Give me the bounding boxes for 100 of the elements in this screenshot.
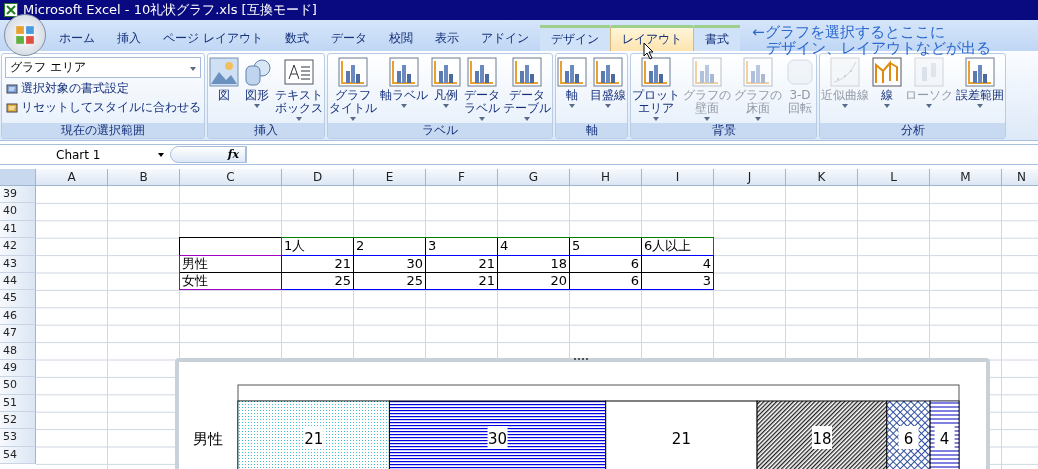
table-cell: 6人以上 bbox=[642, 238, 714, 256]
bar-segment[interactable] bbox=[605, 400, 758, 469]
group-label: 挿入 bbox=[208, 123, 324, 138]
ribbon-tab[interactable]: 挿入 bbox=[106, 25, 152, 51]
bar-segment[interactable] bbox=[756, 400, 888, 469]
ribbon-tab[interactable]: 校閲 bbox=[377, 25, 424, 51]
column-header[interactable]: C bbox=[180, 169, 282, 186]
office-logo-icon bbox=[14, 24, 36, 46]
data-label: 30 bbox=[487, 426, 508, 449]
table-cell: 2 bbox=[354, 238, 426, 256]
bar-segment[interactable] bbox=[237, 400, 390, 469]
mouse-cursor-icon bbox=[643, 42, 655, 60]
annotation-text: デザイン、レイアウトなどが出る bbox=[766, 40, 991, 56]
ribbon-button[interactable]: 凡例 bbox=[430, 57, 462, 108]
table-cell: 25 bbox=[282, 272, 354, 291]
bar-chart-icon bbox=[467, 57, 497, 87]
row-header[interactable]: 39 bbox=[0, 186, 36, 204]
stock-chart-icon bbox=[914, 57, 944, 87]
annotation-text: ←グラフを選択するとここに bbox=[752, 24, 946, 40]
row-header[interactable]: 40 bbox=[0, 203, 36, 221]
column-header[interactable]: J bbox=[714, 169, 786, 186]
table-cell: 20 bbox=[498, 272, 570, 291]
table-cell: 21 bbox=[426, 272, 498, 291]
row-header[interactable]: 50 bbox=[0, 377, 36, 395]
ribbon-tab[interactable]: 書式 bbox=[693, 25, 740, 51]
group-label: ラベル bbox=[328, 123, 552, 138]
table-cell: 30 bbox=[354, 255, 426, 273]
ribbon-button[interactable]: 図 bbox=[208, 57, 240, 102]
data-label: 21 bbox=[671, 426, 692, 449]
row-header[interactable]: 53 bbox=[0, 429, 36, 447]
ribbon-tab[interactable]: デザイン bbox=[539, 25, 610, 51]
ribbon-command[interactable]: 選択対象の書式設定 bbox=[21, 80, 129, 97]
group-label: 分析 bbox=[820, 123, 1005, 138]
row-header[interactable]: 45 bbox=[0, 290, 36, 308]
column-header[interactable]: N bbox=[1002, 169, 1038, 186]
table-cell: 21 bbox=[282, 255, 354, 273]
bar-chart-icon bbox=[743, 57, 773, 87]
excel-icon bbox=[4, 3, 18, 17]
table-cell: 21 bbox=[426, 255, 498, 273]
ribbon-tab[interactable]: データ bbox=[319, 25, 378, 51]
name-box[interactable]: Chart 1 bbox=[0, 147, 170, 162]
bar-segment[interactable] bbox=[388, 400, 607, 469]
ribbon-command[interactable]: リセットしてスタイルに合わせる bbox=[21, 99, 201, 116]
caret-icon bbox=[158, 152, 164, 157]
insert-function-button[interactable]: fx bbox=[170, 146, 246, 163]
scatter-chart-icon bbox=[830, 57, 860, 87]
ribbon-button[interactable]: プロット エリア bbox=[631, 57, 681, 121]
ribbon-button[interactable]: 軸ラベル bbox=[379, 57, 429, 108]
bar-chart-icon bbox=[512, 57, 542, 87]
group-label: 現在の選択範囲 bbox=[2, 123, 204, 138]
column-header[interactable]: E bbox=[354, 169, 426, 186]
rounded-square-icon bbox=[785, 57, 815, 87]
row-header[interactable]: 47 bbox=[0, 325, 36, 343]
table-cell: 3 bbox=[426, 238, 498, 256]
column-header[interactable]: K bbox=[786, 169, 858, 186]
bar-chart-icon bbox=[965, 57, 995, 87]
ribbon-button[interactable]: 誤差範囲 bbox=[955, 57, 1005, 108]
ribbon-tab[interactable]: 数式 bbox=[273, 25, 320, 51]
column-header[interactable]: I bbox=[642, 169, 714, 186]
ribbon-tab[interactable]: アドイン bbox=[469, 25, 540, 51]
bar-chart-icon bbox=[641, 57, 671, 87]
table-cell: 4 bbox=[642, 255, 714, 273]
chart-element-dropdown[interactable]: グラフ エリア bbox=[5, 57, 201, 78]
table-cell: 3 bbox=[642, 272, 714, 291]
ribbon-button[interactable]: グラフ タイトル bbox=[328, 57, 378, 121]
ribbon-tab[interactable]: ページ レイアウト bbox=[152, 25, 274, 51]
bar-chart-icon bbox=[557, 57, 587, 87]
ribbon-button[interactable]: データ ラベル bbox=[463, 57, 501, 121]
ribbon-button[interactable]: 図形 bbox=[241, 57, 273, 108]
column-header[interactable]: L bbox=[858, 169, 930, 186]
table-cell: 女性 bbox=[180, 272, 282, 291]
column-header[interactable]: G bbox=[498, 169, 570, 186]
column-header[interactable]: D bbox=[282, 169, 354, 186]
shapes-icon bbox=[242, 57, 272, 87]
group-label: 背景 bbox=[631, 123, 816, 138]
ribbon-button[interactable]: 線 bbox=[871, 57, 903, 108]
window-title: Microsoft Excel - 10礼状グラフ.xls [互換モード] bbox=[23, 1, 317, 19]
column-header[interactable]: M bbox=[930, 169, 1002, 186]
ribbon-button[interactable]: データ テーブル bbox=[502, 57, 552, 121]
line-chart-icon bbox=[872, 57, 902, 87]
text-box-icon bbox=[284, 57, 314, 87]
column-header[interactable]: F bbox=[426, 169, 498, 186]
resize-handle[interactable] bbox=[574, 358, 588, 363]
ribbon-tab[interactable]: レイアウト bbox=[609, 25, 694, 51]
bar-chart-icon bbox=[338, 57, 368, 87]
column-header[interactable]: H bbox=[570, 169, 642, 186]
row-header[interactable]: 52 bbox=[0, 412, 36, 430]
chart-frame[interactable]: 男性 21 30 21 18 6 4 bbox=[175, 358, 990, 469]
column-header[interactable]: B bbox=[108, 169, 180, 186]
ribbon-tab[interactable]: 表示 bbox=[423, 25, 470, 51]
ribbon-button[interactable]: 軸 bbox=[556, 57, 588, 108]
column-header[interactable]: A bbox=[36, 169, 108, 186]
bar-chart-icon bbox=[431, 57, 461, 87]
table-cell: 5 bbox=[570, 238, 642, 256]
ribbon-button[interactable]: 目盛線 bbox=[589, 57, 627, 108]
bar-chart-icon bbox=[692, 57, 722, 87]
bar-chart-icon bbox=[389, 57, 419, 87]
row-header[interactable]: 42 bbox=[0, 238, 36, 256]
table-cell: 4 bbox=[498, 238, 570, 256]
ribbon-tab[interactable]: ホーム bbox=[48, 25, 106, 51]
